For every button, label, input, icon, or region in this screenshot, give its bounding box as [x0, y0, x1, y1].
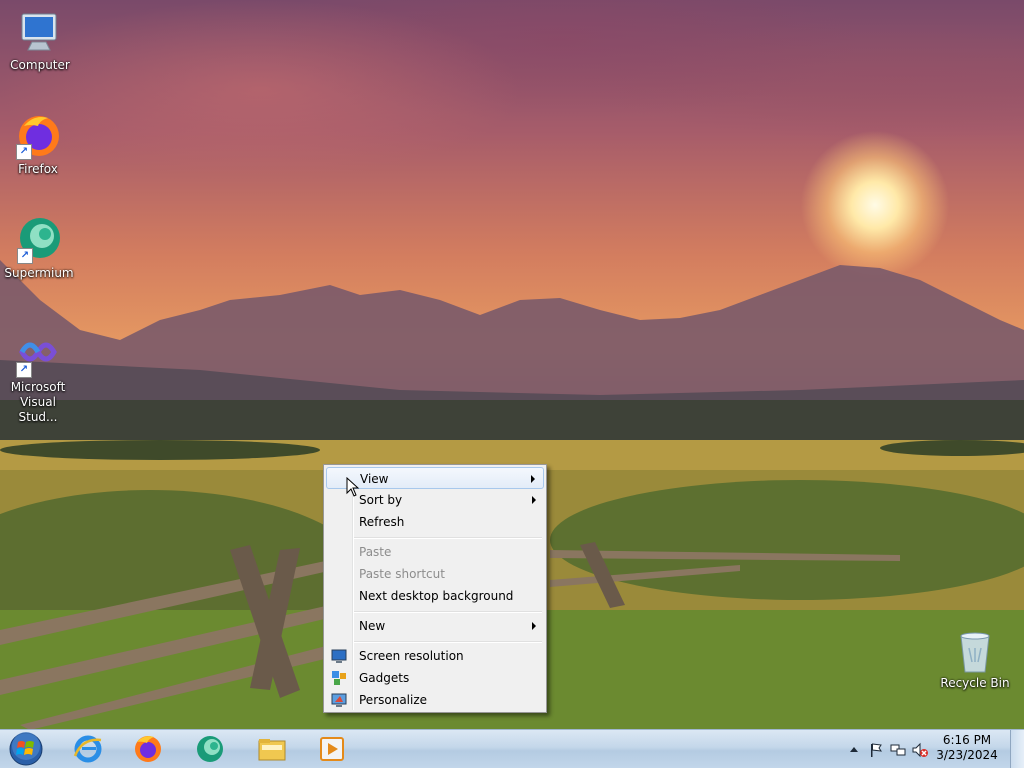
- network-icon[interactable]: [890, 742, 906, 758]
- recycle-bin-icon: [955, 630, 995, 674]
- system-tray: 6:16 PM 3/23/2024: [834, 730, 1024, 768]
- supermium-icon: ↗: [15, 216, 63, 264]
- volume-muted-icon[interactable]: [912, 742, 928, 758]
- taskbar-firefox[interactable]: [122, 732, 174, 766]
- media-player-icon: [320, 737, 344, 761]
- desktop-icon-visual-studio[interactable]: ↗ Microsoft Visual Stud...: [0, 330, 76, 425]
- firefox-icon: ↗: [14, 112, 62, 160]
- monitor-icon: [331, 648, 347, 664]
- menu-item-screen-resolution[interactable]: Screen resolution: [326, 645, 544, 667]
- menu-item-paste-shortcut[interactable]: Paste shortcut: [326, 563, 544, 585]
- menu-item-next-desktop-background[interactable]: Next desktop background: [326, 585, 544, 607]
- desktop-icon-supermium[interactable]: ↗ Supermium: [1, 216, 77, 281]
- submenu-arrow-icon: [532, 622, 536, 630]
- internet-explorer-icon: [73, 735, 102, 763]
- show-hidden-icons[interactable]: [846, 742, 862, 758]
- desktop-context-menu: View Sort by Refresh Paste Paste shortcu…: [323, 464, 547, 713]
- personalize-icon: [331, 692, 347, 708]
- mouse-cursor-icon: [346, 477, 360, 497]
- visual-studio-icon: ↗: [14, 330, 62, 378]
- firefox-icon: [135, 736, 161, 762]
- clock-date: 3/23/2024: [936, 748, 998, 762]
- menu-separator: [354, 641, 542, 643]
- action-center-flag-icon[interactable]: [868, 742, 884, 758]
- wallpaper-mountains: [0, 260, 1024, 440]
- taskbar: 6:16 PM 3/23/2024: [0, 729, 1024, 768]
- submenu-arrow-icon: [531, 475, 535, 483]
- supermium-icon: [197, 736, 223, 762]
- menu-separator: [354, 537, 542, 539]
- taskbar-supermium[interactable]: [184, 732, 236, 766]
- computer-icon: [16, 8, 64, 56]
- clock[interactable]: 6:16 PM 3/23/2024: [932, 733, 1002, 763]
- desktop[interactable]: Computer ↗ Firefox ↗ Supermium ↗ Microso…: [0, 0, 1024, 729]
- clock-time: 6:16 PM: [942, 733, 992, 747]
- desktop-icon-recycle-bin[interactable]: Recycle Bin: [937, 630, 1013, 691]
- menu-item-paste[interactable]: Paste: [326, 541, 544, 563]
- show-desktop-button[interactable]: [1010, 730, 1024, 768]
- menu-item-new[interactable]: New: [326, 615, 544, 637]
- menu-item-personalize[interactable]: Personalize: [326, 689, 544, 711]
- taskbar-media-player[interactable]: [306, 732, 358, 766]
- menu-separator: [354, 611, 542, 613]
- taskbar-internet-explorer[interactable]: [62, 732, 114, 766]
- desktop-icon-computer[interactable]: Computer: [2, 8, 78, 73]
- menu-item-gadgets[interactable]: Gadgets: [326, 667, 544, 689]
- menu-item-refresh[interactable]: Refresh: [326, 511, 544, 533]
- desktop-icon-firefox[interactable]: ↗ Firefox: [0, 112, 76, 177]
- taskbar-windows-explorer[interactable]: [246, 732, 298, 766]
- shortcut-arrow-icon: ↗: [16, 144, 32, 160]
- folder-icon: [258, 739, 286, 761]
- shortcut-arrow-icon: ↗: [17, 248, 33, 264]
- gadgets-icon: [331, 670, 347, 686]
- shortcut-arrow-icon: ↗: [16, 362, 32, 378]
- submenu-arrow-icon: [532, 496, 536, 504]
- start-button[interactable]: [4, 731, 48, 767]
